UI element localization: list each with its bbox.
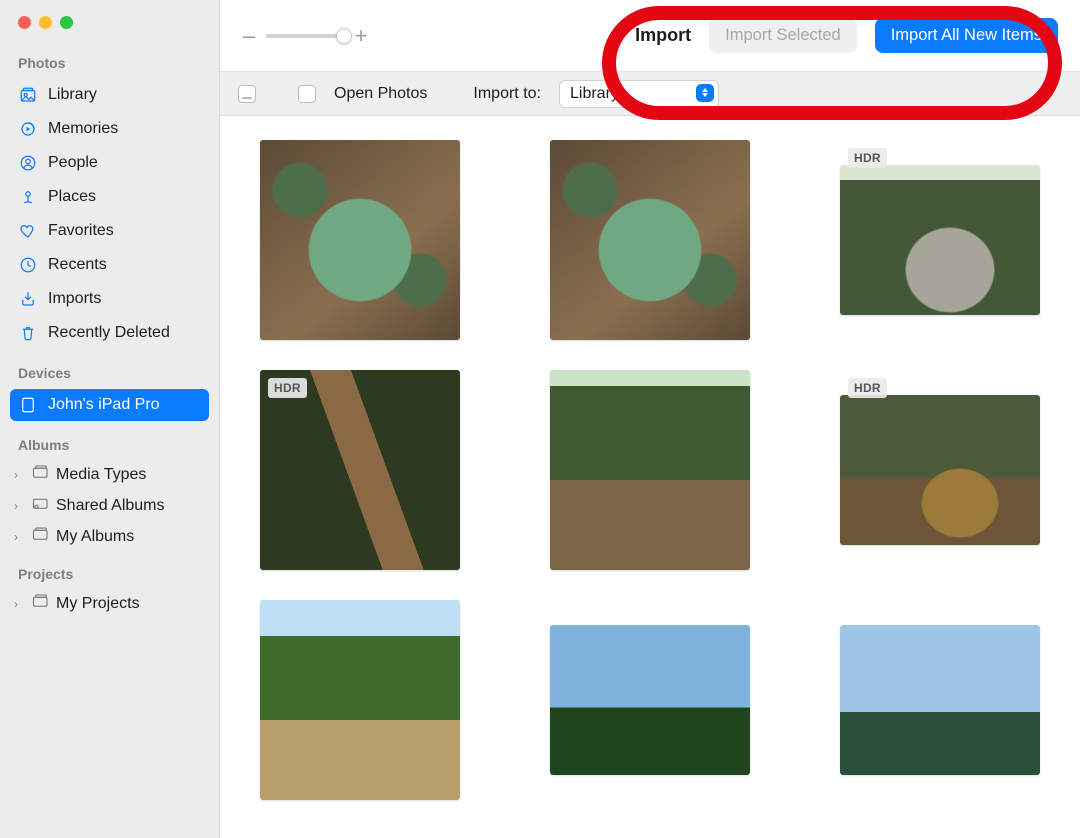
thumbnail-grid: HDR HDR HDR xyxy=(260,140,1040,800)
photo-thumbnail[interactable] xyxy=(260,140,460,340)
photo-thumbnail[interactable] xyxy=(550,370,750,570)
section-header-projects: Projects xyxy=(10,560,209,588)
sidebar: Photos Library Memories People Places Fa… xyxy=(0,0,220,838)
sidebar-item-media-types[interactable]: › Media Types xyxy=(10,459,209,490)
sidebar-item-library[interactable]: Library xyxy=(10,79,209,111)
sidebar-item-label: Library xyxy=(48,86,97,104)
import-to-label: Import to: xyxy=(473,85,541,103)
open-photos-checkbox[interactable] xyxy=(298,85,316,103)
sidebar-item-label: My Projects xyxy=(56,595,140,613)
sidebar-item-label: Shared Albums xyxy=(56,497,165,515)
sidebar-item-label: Recently Deleted xyxy=(48,324,170,342)
sidebar-item-label: Memories xyxy=(48,120,118,138)
zoom-in-button[interactable]: + xyxy=(354,23,368,49)
sidebar-item-people[interactable]: People xyxy=(10,147,209,179)
window-controls xyxy=(10,14,209,49)
library-icon xyxy=(18,85,38,105)
sidebar-item-places[interactable]: Places xyxy=(10,181,209,213)
import-all-button[interactable]: Import All New Items xyxy=(875,18,1058,53)
thumbnail-grid-scroll[interactable]: HDR HDR HDR xyxy=(220,116,1080,838)
import-icon xyxy=(18,289,38,309)
ipad-icon xyxy=(18,395,38,415)
sidebar-item-label: My Albums xyxy=(56,528,134,546)
sidebar-item-my-albums[interactable]: › My Albums xyxy=(10,521,209,552)
photo-image xyxy=(260,140,460,340)
clock-icon xyxy=(18,255,38,275)
main-area: – + Import Import Selected Import All Ne… xyxy=(220,0,1080,838)
memories-icon xyxy=(18,119,38,139)
photos-app-window: Photos Library Memories People Places Fa… xyxy=(0,0,1080,838)
sidebar-item-label: People xyxy=(48,154,98,172)
photo-image xyxy=(550,625,750,775)
sidebar-item-shared-albums[interactable]: › Shared Albums xyxy=(10,490,209,521)
import-to-value: Library xyxy=(570,85,619,102)
chevron-right-icon: › xyxy=(14,468,24,482)
chevron-right-icon: › xyxy=(14,597,24,611)
section-header-photos: Photos xyxy=(10,49,209,77)
section-header-devices: Devices xyxy=(10,359,209,387)
sidebar-item-my-projects[interactable]: › My Projects xyxy=(10,588,209,619)
photo-thumbnail[interactable] xyxy=(840,600,1040,800)
zoom-knob[interactable] xyxy=(336,28,352,44)
photo-image xyxy=(840,395,1040,545)
sidebar-item-label: Media Types xyxy=(56,466,146,484)
sidebar-item-device[interactable]: John's iPad Pro xyxy=(10,389,209,421)
sidebar-item-label: Recents xyxy=(48,256,107,274)
photo-image xyxy=(550,370,750,570)
hdr-badge: HDR xyxy=(848,378,887,398)
photo-thumbnail[interactable] xyxy=(550,600,750,800)
photo-image xyxy=(840,165,1040,315)
toolbar: – + Import Import Selected Import All Ne… xyxy=(220,0,1080,72)
sidebar-item-label: Imports xyxy=(48,290,101,308)
hdr-badge: HDR xyxy=(268,378,307,398)
places-icon xyxy=(18,187,38,207)
minimize-window-button[interactable] xyxy=(39,16,52,29)
sidebar-item-recents[interactable]: Recents xyxy=(10,249,209,281)
chevron-right-icon: › xyxy=(14,530,24,544)
updown-caret-icon xyxy=(696,84,714,102)
open-photos-label: Open Photos xyxy=(334,85,427,103)
zoom-window-button[interactable] xyxy=(60,16,73,29)
sidebar-item-memories[interactable]: Memories xyxy=(10,113,209,145)
zoom-track[interactable] xyxy=(266,34,344,38)
sidebar-item-label: Places xyxy=(48,188,96,206)
photo-thumbnail[interactable]: HDR xyxy=(260,370,460,570)
select-all-checkbox[interactable] xyxy=(238,85,256,103)
page-title: Import xyxy=(635,25,691,46)
close-window-button[interactable] xyxy=(18,16,31,29)
import-selected-button[interactable]: Import Selected xyxy=(709,18,857,53)
photo-image xyxy=(260,600,460,800)
sidebar-item-favorites[interactable]: Favorites xyxy=(10,215,209,247)
zoom-out-button[interactable]: – xyxy=(242,23,256,49)
sidebar-item-recently-deleted[interactable]: Recently Deleted xyxy=(10,317,209,349)
album-icon xyxy=(32,594,50,613)
photo-image xyxy=(840,625,1040,775)
zoom-slider[interactable]: – + xyxy=(242,23,368,49)
import-to-select[interactable]: Library xyxy=(559,80,719,108)
photo-thumbnail[interactable] xyxy=(550,140,750,340)
sidebar-item-label: Favorites xyxy=(48,222,114,240)
hdr-badge: HDR xyxy=(848,148,887,168)
photo-image xyxy=(260,370,460,570)
trash-icon xyxy=(18,323,38,343)
sidebar-item-imports[interactable]: Imports xyxy=(10,283,209,315)
album-icon xyxy=(32,527,50,546)
photo-thumbnail[interactable]: HDR xyxy=(840,140,1040,340)
people-icon xyxy=(18,153,38,173)
shared-album-icon xyxy=(32,496,50,515)
chevron-right-icon: › xyxy=(14,499,24,513)
heart-icon xyxy=(18,221,38,241)
section-header-albums: Albums xyxy=(10,431,209,459)
sidebar-item-label: John's iPad Pro xyxy=(48,396,160,414)
import-options-bar: Open Photos Import to: Library xyxy=(220,72,1080,116)
photo-image xyxy=(550,140,750,340)
photo-thumbnail[interactable]: HDR xyxy=(840,370,1040,570)
photo-thumbnail[interactable] xyxy=(260,600,460,800)
album-icon xyxy=(32,465,50,484)
